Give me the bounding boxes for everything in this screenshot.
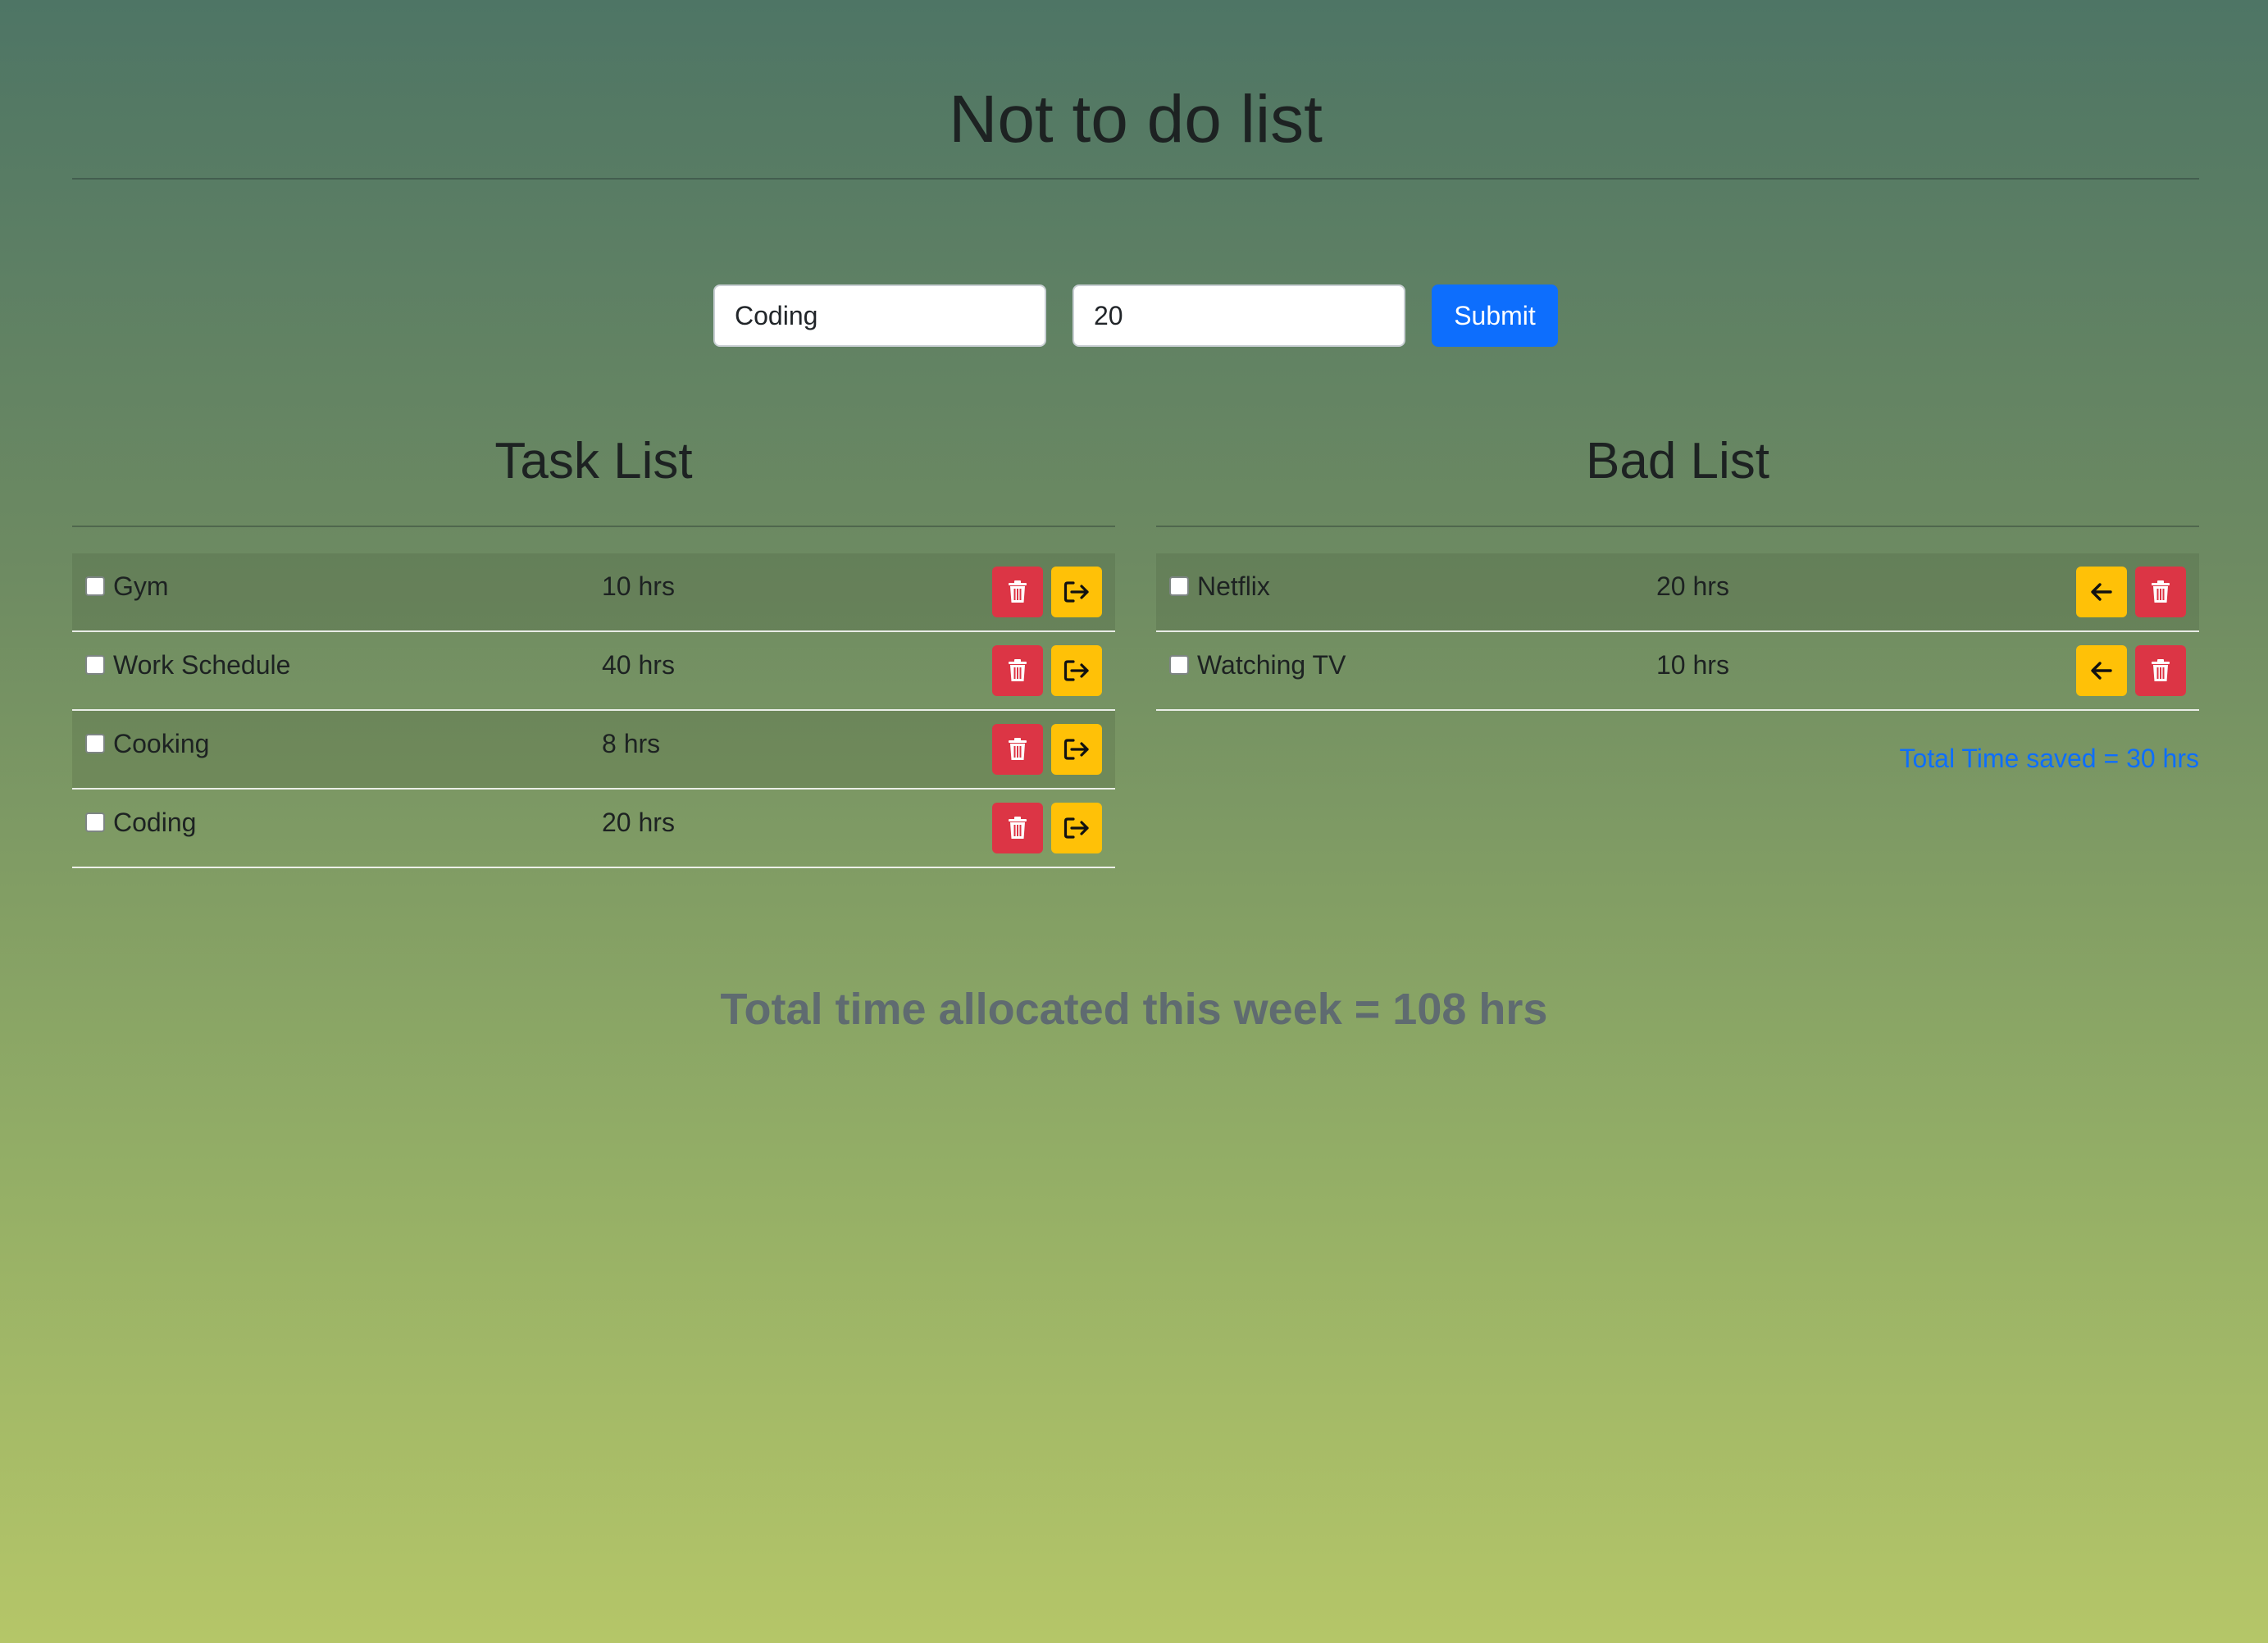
bad-list-divider [1156,526,2199,527]
move-to-bad-button[interactable] [1051,803,1102,853]
task-input[interactable] [713,284,1046,347]
delete-button[interactable] [992,567,1043,617]
row-actions [992,567,1102,617]
task-list: Task List Gym 10 hrs Work Schedule 40 hr… [72,429,1115,868]
task-checkbox[interactable] [85,734,105,753]
delete-button[interactable] [992,803,1043,853]
move-to-bad-button[interactable] [1051,567,1102,617]
task-name: Cooking [113,729,210,758]
row-actions [2076,645,2186,696]
task-hours: 20 hrs [602,808,675,837]
task-hours: 8 hrs [602,729,661,758]
table-row: Work Schedule 40 hrs [72,632,1115,711]
bad-list-heading: Bad List [1585,433,1770,489]
row-actions [992,803,1102,853]
exit-arrow-icon [1063,739,1089,760]
move-to-bad-button[interactable] [1051,724,1102,775]
trash-icon [1009,817,1027,839]
move-back-button[interactable] [2076,645,2127,696]
task-checkbox[interactable] [85,576,105,596]
app-container: Not to do list Submit Task List Gym 10 h… [72,0,2199,868]
arrow-left-icon [2091,583,2112,601]
task-list-rows: Gym 10 hrs Work Schedule 40 hrs Cooking … [72,553,1115,868]
task-name: Gym [113,571,169,601]
task-hours: 20 hrs [1656,571,1729,601]
table-row: Watching TV 10 hrs [1156,632,2199,711]
move-back-button[interactable] [2076,567,2127,617]
time-saved-text: Total Time saved = 30 hrs [1899,744,2199,773]
delete-button[interactable] [2135,567,2186,617]
task-checkbox[interactable] [85,655,105,675]
task-checkbox[interactable] [85,812,105,832]
task-checkbox[interactable] [1169,655,1189,675]
lists-area: Task List Gym 10 hrs Work Schedule 40 hr… [72,429,2199,868]
task-list-heading: Task List [494,433,693,489]
submit-button[interactable]: Submit [1432,284,1558,347]
trash-icon [2152,659,2170,681]
page-title: Not to do list [949,82,1323,157]
table-row: Coding 20 hrs [72,790,1115,868]
move-to-bad-button[interactable] [1051,645,1102,696]
trash-icon [1009,580,1027,603]
task-list-divider [72,526,1115,527]
task-hours: 40 hrs [602,650,675,680]
trash-icon [1009,659,1027,681]
task-hours: 10 hrs [1656,650,1729,680]
row-actions [2076,567,2186,617]
trash-icon [2152,580,2170,603]
delete-button[interactable] [2135,645,2186,696]
bad-list-rows: Netflix 20 hrs Watching TV 10 hrs [1156,553,2199,711]
exit-arrow-icon [1063,581,1089,603]
task-name: Work Schedule [113,650,291,680]
task-name: Netflix [1197,571,1270,601]
row-actions [992,724,1102,775]
title-divider [72,178,2199,180]
hours-input[interactable] [1073,284,1405,347]
total-allocated-text: Total time allocated this week = 108 hrs [720,985,1548,1034]
row-actions [992,645,1102,696]
add-task-form: Submit [72,284,2199,347]
delete-button[interactable] [992,645,1043,696]
exit-arrow-icon [1063,660,1089,681]
bad-list: Bad List Netflix 20 hrs Watching TV 10 h… [1156,429,2199,868]
task-checkbox[interactable] [1169,576,1189,596]
table-row: Cooking 8 hrs [72,711,1115,790]
task-name: Watching TV [1197,650,1346,680]
table-row: Netflix 20 hrs [1156,553,2199,632]
task-hours: 10 hrs [602,571,675,601]
exit-arrow-icon [1063,817,1089,839]
delete-button[interactable] [992,724,1043,775]
arrow-left-icon [2091,662,2112,680]
trash-icon [1009,738,1027,760]
task-name: Coding [113,808,197,837]
table-row: Gym 10 hrs [72,553,1115,632]
